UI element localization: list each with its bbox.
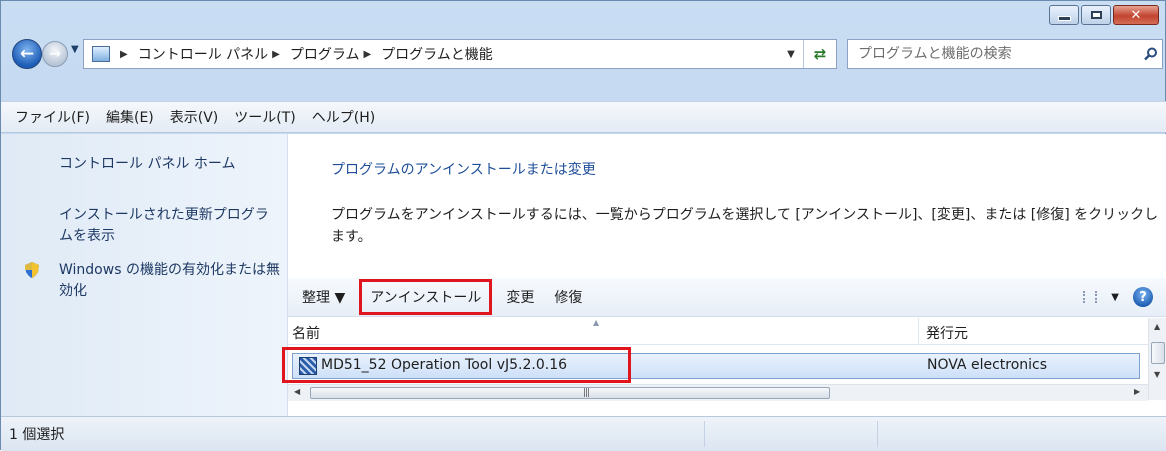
refresh-icon: ⇄ (813, 45, 827, 63)
refresh-button[interactable]: ⇄ (803, 40, 836, 68)
address-dropdown-button[interactable]: ▼ (780, 40, 802, 68)
menu-view[interactable]: 表示(V) (170, 107, 219, 127)
search-input[interactable] (848, 45, 1140, 63)
breadcrumb-item-programs-and-features[interactable]: プログラムと機能 (381, 44, 493, 64)
scroll-right-icon[interactable]: ▶ (1134, 387, 1140, 396)
menu-edit[interactable]: 編集(E) (106, 107, 154, 127)
status-bar: 1 個選択 (1, 416, 1166, 451)
program-publisher: NOVA electronics (927, 357, 1048, 373)
menu-tools[interactable]: ツール(T) (234, 107, 295, 127)
horizontal-scroll-thumb[interactable]: ||| (310, 387, 830, 399)
uninstall-button[interactable]: アンインストール (359, 279, 493, 315)
maximize-button[interactable] (1081, 5, 1111, 25)
menu-help[interactable]: ヘルプ(H) (312, 107, 375, 127)
view-controls: ▼ ? (1083, 287, 1153, 307)
forward-arrow-icon: → (49, 46, 61, 62)
scroll-grip-icon: ||| (583, 388, 590, 398)
search-icon[interactable] (1140, 47, 1162, 61)
column-header-name[interactable]: 名前 (292, 323, 320, 343)
organize-button[interactable]: 整理 ▼ (294, 282, 353, 312)
repair-button[interactable]: 修復 (546, 282, 590, 312)
status-divider (704, 421, 705, 447)
page-title: プログラムのアンインストールまたは変更 (331, 162, 596, 178)
sidebar-item-installed-updates[interactable]: インストールされた更新プログラムを表示 (59, 205, 275, 247)
program-list: ▲ 名前 発行元 MD51_52 Operation Tool vJ5.2.0.… (282, 318, 1166, 401)
explorer-window: ✕ ← → ▼ ▶ コントロール パネル ▶ プログラム ▶ プログラムと機能 … (0, 0, 1166, 451)
status-divider (877, 421, 878, 447)
view-dropdown-button[interactable]: ▼ (1111, 292, 1119, 303)
minimize-button[interactable] (1049, 5, 1079, 25)
close-button[interactable]: ✕ (1113, 5, 1159, 25)
table-row[interactable]: MD51_52 Operation Tool vJ5.2.0.16 NOVA e… (282, 347, 1140, 383)
scroll-left-icon[interactable]: ◀ (294, 387, 300, 396)
sidebar-item-windows-features[interactable]: Windows の機能の有効化または無効化 (59, 260, 281, 302)
sort-ascending-icon: ▲ (593, 318, 600, 327)
breadcrumb-item-control-panel[interactable]: コントロール パネル (138, 44, 268, 64)
chevron-down-icon: ▼ (787, 48, 795, 60)
main-pane: プログラムのアンインストールまたは変更 プログラムをアンインストールするには、一… (282, 134, 1166, 416)
breadcrumb-separator-icon[interactable]: ▶ (272, 49, 280, 60)
column-divider[interactable] (918, 318, 919, 344)
navigation-bar: ← → ▼ ▶ コントロール パネル ▶ プログラム ▶ プログラムと機能 ▼ … (1, 31, 1166, 79)
scroll-up-icon[interactable]: ▲ (1154, 322, 1160, 331)
scroll-down-icon[interactable]: ▼ (1154, 370, 1160, 379)
menu-bar: ファイル(F) 編集(E) 表示(V) ツール(T) ヘルプ(H) (1, 101, 1166, 133)
breadcrumb-item-programs[interactable]: プログラム (290, 44, 360, 64)
address-bar[interactable]: ▶ コントロール パネル ▶ プログラム ▶ プログラムと機能 ▼ ⇄ (83, 39, 837, 69)
back-arrow-icon: ← (19, 44, 35, 64)
breadcrumb-separator-icon[interactable]: ▶ (363, 49, 371, 60)
search-box[interactable] (847, 39, 1163, 69)
recent-pages-dropdown[interactable]: ▼ (71, 44, 79, 55)
task-pane: コントロール パネル ホーム インストールされた更新プログラムを表示 Windo… (1, 134, 288, 416)
sidebar-item-control-panel-home[interactable]: コントロール パネル ホーム (59, 154, 235, 175)
menu-file[interactable]: ファイル(F) (15, 107, 90, 127)
close-icon: ✕ (1130, 7, 1142, 23)
control-panel-icon (92, 46, 110, 62)
content-area: コントロール パネル ホーム インストールされた更新プログラムを表示 Windo… (1, 134, 1166, 416)
caption-buttons: ✕ (1049, 5, 1159, 25)
breadcrumb: コントロール パネル ▶ プログラム ▶ プログラムと機能 (138, 44, 493, 64)
column-header-publisher[interactable]: 発行元 (926, 323, 968, 343)
horizontal-scrollbar[interactable]: ◀ ||| ▶ (288, 384, 1148, 401)
shield-icon (25, 262, 39, 278)
selection-count: 1 個選択 (9, 427, 65, 443)
breadcrumb-separator-icon[interactable]: ▶ (120, 49, 128, 60)
minimize-icon (1057, 15, 1071, 21)
help-icon[interactable]: ? (1133, 287, 1153, 307)
change-button[interactable]: 変更 (498, 282, 542, 312)
instructions-text: プログラムをアンインストールするには、一覧からプログラムを選択して [アンインス… (331, 207, 1159, 245)
column-header: ▲ 名前 発行元 (288, 318, 1148, 345)
command-bar: 整理 ▼ アンインストール 変更 修復 ▼ ? (288, 278, 1166, 317)
view-options-icon[interactable] (1083, 291, 1098, 303)
application-icon (299, 357, 317, 375)
maximize-icon (1090, 11, 1102, 19)
back-button[interactable]: ← (12, 39, 42, 69)
vertical-scroll-thumb[interactable] (1151, 342, 1165, 364)
forward-button[interactable]: → (42, 41, 68, 67)
program-name: MD51_52 Operation Tool vJ5.2.0.16 (321, 357, 568, 373)
vertical-scrollbar[interactable]: ▲ ▼ (1148, 318, 1166, 400)
